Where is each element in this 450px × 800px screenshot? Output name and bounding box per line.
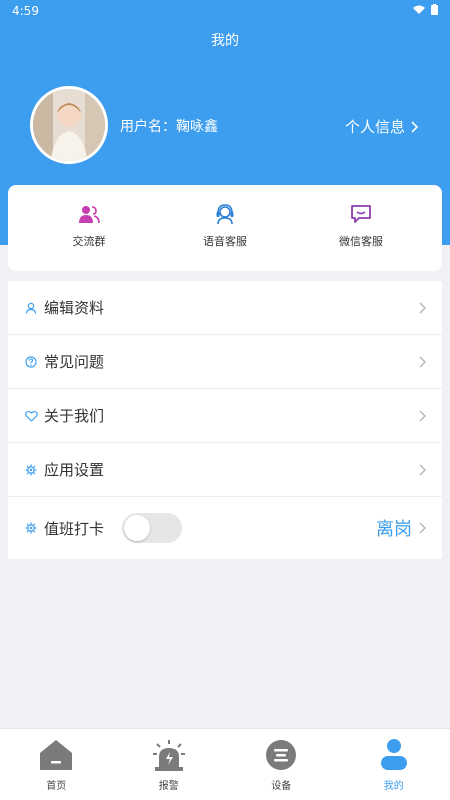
tab-device[interactable]: 设备 <box>225 729 338 800</box>
heart-icon <box>24 409 38 423</box>
menu-item-label: 编辑资料 <box>44 299 105 317</box>
personal-info-label: 个人信息 <box>344 118 405 136</box>
quick-action-wechat-service[interactable]: 微信客服 <box>316 185 406 271</box>
profile-icon <box>380 739 407 770</box>
chevron-right-icon <box>419 410 426 421</box>
personal-info-link[interactable]: 个人信息 <box>345 116 418 137</box>
battery-icon <box>431 4 438 15</box>
device-icon <box>266 740 297 770</box>
chevron-right-icon <box>411 120 418 133</box>
chevron-right-icon <box>419 464 426 475</box>
wifi-icon <box>413 5 425 14</box>
home-icon <box>40 740 73 770</box>
alarm-icon <box>152 740 185 771</box>
question-icon <box>24 355 38 369</box>
page-title: 我的 <box>211 33 239 49</box>
quick-action-group-chat[interactable]: 交流群 <box>44 185 134 271</box>
settings-icon <box>24 521 38 535</box>
avatar[interactable] <box>30 86 108 164</box>
tab-label: 报警 <box>158 781 179 792</box>
quick-actions-card: 交流群 语音客服 微信客服 <box>8 185 442 271</box>
duty-label: 值班打卡 <box>44 519 105 538</box>
user-icon <box>24 301 38 315</box>
tab-profile[interactable]: 我的 <box>338 729 450 800</box>
voice-service-icon <box>216 204 234 225</box>
status-time: 4:59 <box>12 4 39 18</box>
menu-item-label: 常见问题 <box>44 353 105 371</box>
tab-alarm[interactable]: 报警 <box>113 729 226 800</box>
menu-item-app-settings[interactable]: 应用设置 <box>8 443 442 497</box>
wechat-service-icon <box>351 205 371 223</box>
chevron-right-icon <box>419 522 426 534</box>
chevron-right-icon <box>419 356 426 367</box>
menu-list: 编辑资料 常见问题 关于我们 应用设置 值班打卡 离岗 <box>8 281 442 559</box>
status-bar: 4:59 <box>0 0 450 22</box>
menu-item-about-us[interactable]: 关于我们 <box>8 389 442 443</box>
menu-item-label: 关于我们 <box>44 407 105 425</box>
tab-label: 首页 <box>46 781 67 792</box>
settings-icon <box>24 463 38 477</box>
group-chat-icon <box>79 206 100 224</box>
quick-action-voice-service[interactable]: 语音客服 <box>180 185 270 271</box>
quick-action-label: 语音客服 <box>203 235 247 248</box>
menu-item-edit-profile[interactable]: 编辑资料 <box>8 281 442 335</box>
duty-status: 离岗 <box>376 519 412 540</box>
menu-item-duty-check-in[interactable]: 值班打卡 离岗 <box>8 497 442 559</box>
quick-action-label: 微信客服 <box>339 235 383 248</box>
tab-label: 设备 <box>271 781 292 792</box>
tab-home[interactable]: 首页 <box>0 729 113 800</box>
toggle-knob <box>124 515 151 541</box>
bottom-tab-bar: 首页 报警 设备 我的 <box>0 728 450 800</box>
menu-item-faq[interactable]: 常见问题 <box>8 335 442 389</box>
menu-item-label: 应用设置 <box>44 461 105 479</box>
status-icons <box>413 4 438 15</box>
username: 用户名：鞠咏鑫 <box>120 119 218 135</box>
tab-label: 我的 <box>383 781 404 792</box>
chevron-right-icon <box>419 302 426 313</box>
duty-toggle[interactable] <box>122 513 183 543</box>
quick-action-label: 交流群 <box>72 235 106 248</box>
